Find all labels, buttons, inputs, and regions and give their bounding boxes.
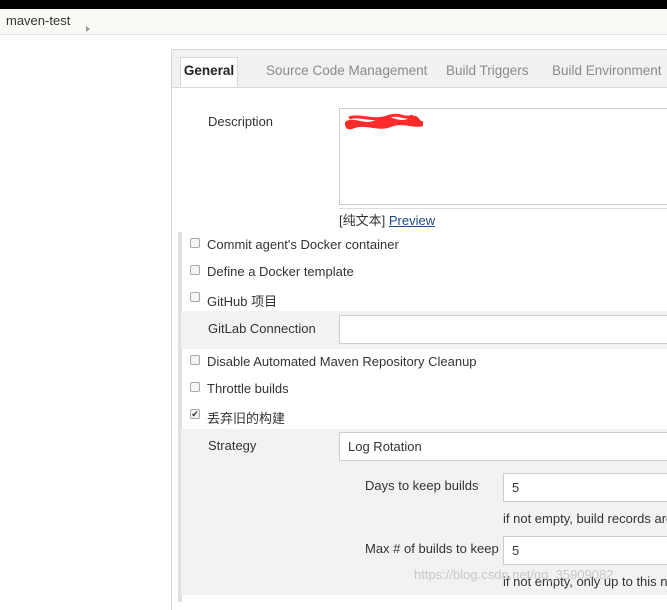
watermark-text: https://blog.csdn.net/qq_35909082 (414, 567, 614, 582)
tab-build-environment[interactable]: Build Environment (552, 63, 662, 78)
redaction-mark (345, 113, 423, 130)
strategy-label: Strategy (208, 438, 257, 453)
breadcrumb-chevron-icon[interactable] (86, 26, 90, 32)
discard-old-builds-label: 丢弃旧的构建 (207, 411, 286, 426)
top-header-bar (0, 0, 667, 9)
discard-old-builds-checkbox[interactable]: ✔ (190, 409, 200, 419)
gitlab-connection-input[interactable] (339, 315, 667, 344)
breadcrumb-job-link[interactable]: maven-test (6, 13, 70, 28)
disable-maven-cleanup-checkbox[interactable] (190, 355, 200, 365)
gitlab-connection-label: GitLab Connection (208, 321, 316, 336)
days-to-keep-input[interactable]: 5 (503, 473, 667, 502)
plain-text-label: [纯文本] (339, 213, 386, 228)
textarea-resize-handle[interactable] (339, 205, 667, 209)
max-builds-input[interactable]: 5 (503, 536, 667, 565)
max-builds-label: Max # of builds to keep (365, 541, 499, 556)
description-format-row: [纯文本] Preview (339, 210, 435, 229)
tab-source-code-management[interactable]: Source Code Management (266, 63, 427, 78)
define-docker-template-label: Define a Docker template (207, 264, 354, 279)
config-tab-bar: General Source Code Management Build Tri… (171, 49, 667, 88)
description-label: Description (208, 114, 274, 129)
github-project-checkbox[interactable] (190, 292, 200, 302)
strategy-select[interactable]: Log Rotation (339, 432, 667, 461)
days-to-keep-help: if not empty, build records are (503, 511, 667, 526)
preview-link[interactable]: Preview (389, 213, 435, 228)
tab-build-triggers[interactable]: Build Triggers (446, 63, 529, 78)
disable-maven-cleanup-label: Disable Automated Maven Repository Clean… (207, 354, 477, 369)
throttle-builds-checkbox[interactable] (190, 382, 200, 392)
commit-docker-label: Commit agent's Docker container (207, 237, 399, 252)
define-docker-template-checkbox[interactable] (190, 265, 200, 275)
github-project-label: GitHub 项目 (207, 294, 278, 309)
tab-general[interactable]: General (180, 57, 238, 87)
breadcrumb-bar: maven-test (0, 9, 667, 35)
days-to-keep-label: Days to keep builds (365, 478, 479, 493)
throttle-builds-label: Throttle builds (207, 381, 289, 396)
commit-docker-checkbox[interactable] (190, 238, 200, 248)
